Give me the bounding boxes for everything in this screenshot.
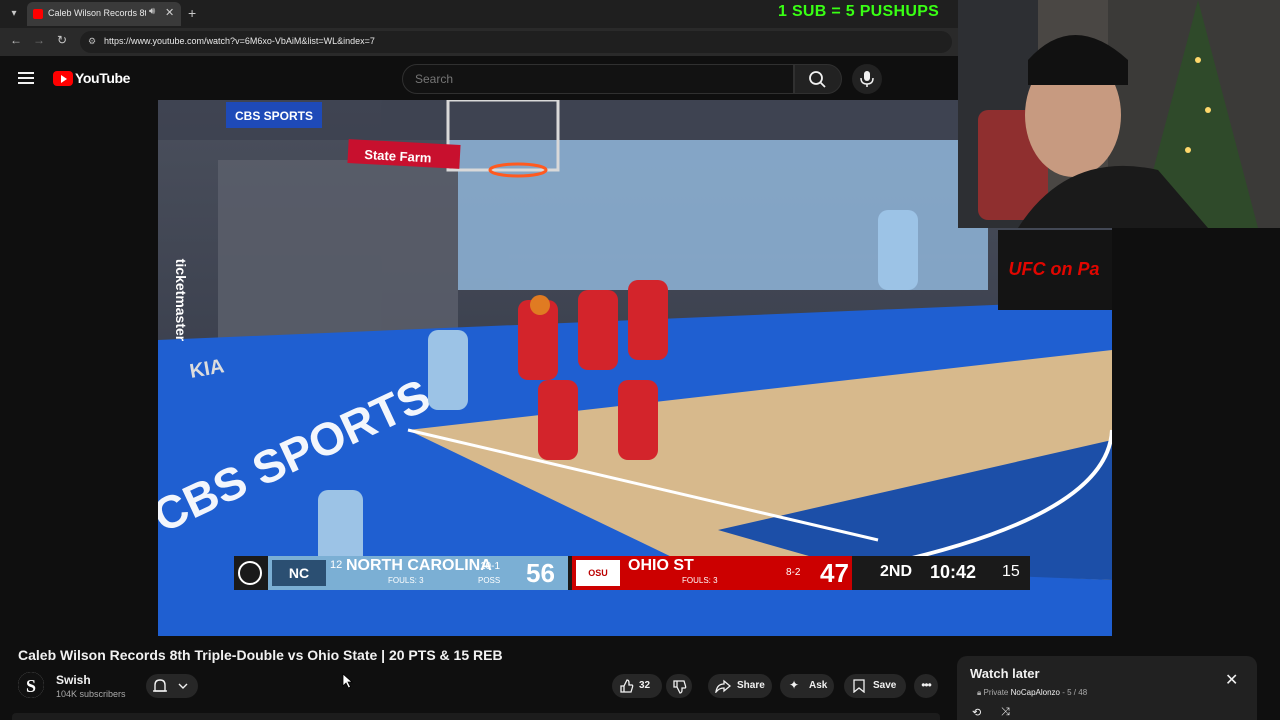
ohio-state-logo-icon: OSU — [576, 560, 620, 586]
bell-icon — [153, 679, 188, 692]
mouse-cursor-icon — [342, 673, 354, 689]
share-arrow-icon — [715, 679, 731, 693]
away-record: 8-2 — [786, 567, 801, 578]
unc-logo-icon: NC — [272, 560, 326, 586]
reload-icon[interactable]: ↻ — [57, 33, 67, 47]
home-rank: 12 — [330, 559, 343, 571]
cbs-sports-logo-text: CBS SPORTS — [235, 109, 313, 123]
possession-indicator: POSS — [478, 576, 501, 585]
share-button[interactable]: Share — [708, 674, 772, 698]
save-label: Save — [873, 680, 897, 691]
stream-overlay-text: 1 SUB = 5 PUSHUPS — [778, 3, 940, 20]
notification-bell-button[interactable] — [146, 674, 198, 698]
close-icon[interactable]: ✕ — [1225, 670, 1238, 690]
back-arrow-icon[interactable]: ← — [10, 33, 22, 47]
away-score: 47 — [820, 558, 849, 588]
youtube-logo-icon[interactable] — [53, 71, 73, 86]
away-team-name: OHIO ST — [628, 557, 694, 574]
search-box[interactable] — [402, 64, 794, 94]
description-box-edge[interactable] — [12, 713, 940, 720]
youtube-logo-text[interactable]: YouTube — [75, 70, 130, 86]
scoreboard: NC 12 NORTH CAROLINA FOULS: 3 10-1 POSS … — [234, 556, 1030, 590]
search-button[interactable] — [794, 64, 842, 94]
ask-button[interactable]: ✦ Ask — [780, 674, 834, 698]
youtube-favicon-icon — [33, 9, 43, 19]
save-button[interactable]: Save — [844, 674, 906, 698]
ask-label: Ask — [809, 680, 828, 691]
channel-avatar[interactable]: S — [18, 672, 44, 698]
sparkle-icon: ✦ — [789, 678, 800, 692]
svg-text:S: S — [26, 676, 36, 696]
game-period: 2ND — [880, 563, 913, 580]
microphone-icon — [860, 71, 874, 87]
like-count: 32 — [639, 680, 651, 691]
shuffle-icon[interactable]: ⤨ — [1001, 706, 1010, 719]
bookmark-icon — [853, 679, 865, 693]
away-team-panel: OSU OHIO ST FOULS: 3 8-2 47 — [572, 556, 852, 590]
playlist-panel: Watch later 🔒︎ Private NoCapAlonzo - 5 /… — [957, 656, 1257, 720]
video-title: Caleb Wilson Records 8th Triple-Double v… — [18, 647, 503, 663]
dislike-button[interactable] — [666, 674, 692, 698]
ticketmaster-ad-text: ticketmaster — [173, 259, 189, 342]
thumbs-down-icon — [673, 680, 687, 694]
playlist-position: 5 / 48 — [1067, 688, 1088, 697]
like-button[interactable]: 32 — [612, 674, 662, 698]
search-input[interactable] — [415, 72, 775, 86]
shot-clock: 15 — [1002, 563, 1020, 580]
cbs-eye-icon — [238, 561, 262, 585]
site-info-icon[interactable]: ⚙︎ — [88, 36, 98, 46]
speaker-icon[interactable]: 🔊︎ — [149, 6, 155, 17]
subscriber-count: 104K subscribers — [56, 689, 126, 699]
home-record: 10-1 — [480, 561, 501, 572]
home-fouls: FOULS: 3 — [388, 576, 424, 585]
playlist-meta: 🔒︎ Private NoCapAlonzo - 5 / 48 — [977, 688, 1088, 697]
away-fouls: FOULS: 3 — [682, 576, 718, 585]
voice-search-button[interactable] — [852, 64, 882, 94]
url-text[interactable]: https://www.youtube.com/watch?v=6M6xo-Vb… — [104, 36, 375, 46]
tab-title: Caleb Wilson Records 8th Triple-Double — [48, 8, 146, 18]
home-score: 56 — [526, 558, 555, 588]
ufc-ad-text: UFC on Pa — [1008, 259, 1099, 279]
share-label: Share — [737, 680, 765, 691]
webcam-feed — [958, 0, 1280, 228]
playlist-privacy: Private — [983, 688, 1009, 697]
home-team-panel: NC 12 NORTH CAROLINA FOULS: 3 10-1 POSS … — [268, 556, 568, 590]
browser-tab[interactable]: Caleb Wilson Records 8th Triple-Double 🔊… — [27, 2, 181, 26]
swish-logo-icon: S — [18, 672, 44, 698]
playlist-title[interactable]: Watch later — [970, 666, 1040, 681]
channel-name[interactable]: Swish — [56, 673, 91, 687]
hamburger-menu-icon[interactable] — [18, 72, 34, 84]
thumbs-up-icon — [620, 679, 634, 693]
search-icon — [809, 71, 826, 88]
webcam-overlay — [958, 0, 1280, 228]
url-field[interactable]: ⚙︎ https://www.youtube.com/watch?v=6M6xo… — [80, 31, 952, 53]
loop-icon[interactable]: ⟲ — [972, 706, 981, 719]
game-clock: 10:42 — [930, 562, 977, 582]
home-team-name: NORTH CAROLINA — [346, 557, 492, 574]
playlist-owner[interactable]: NoCapAlonzo — [1011, 688, 1060, 697]
tab-close-icon[interactable]: ✕ — [165, 6, 174, 19]
forward-arrow-icon[interactable]: → — [33, 33, 45, 47]
tab-list-chevron-icon[interactable]: ▾ — [6, 6, 22, 22]
new-tab-plus-icon[interactable]: + — [188, 5, 196, 21]
more-actions-icon[interactable]: ••• — [914, 674, 938, 698]
